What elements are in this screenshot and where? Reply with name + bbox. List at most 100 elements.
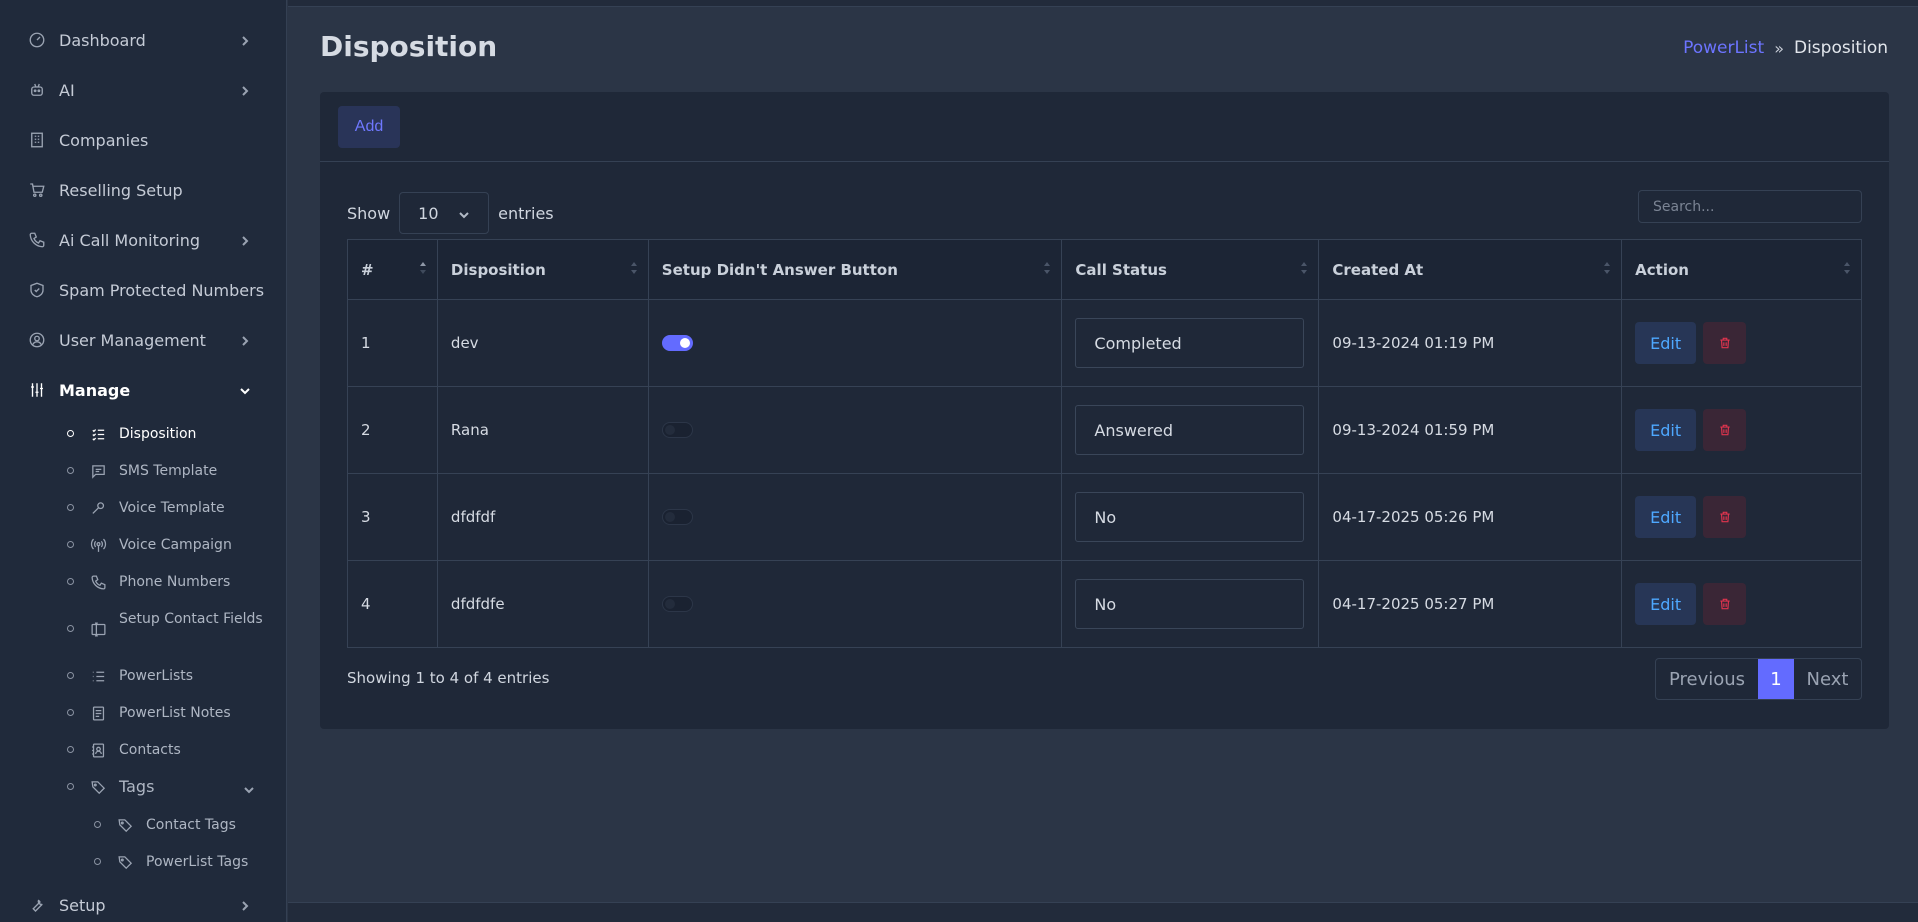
sidebar-subitem-disposition[interactable]: Disposition <box>0 424 286 444</box>
cell-disposition: Rana <box>436 386 649 474</box>
edit-button[interactable]: Edit <box>1635 583 1697 625</box>
sidebar-subitem-setup-contact-fields[interactable]: Setup Contact Fields <box>0 609 286 649</box>
page-1-button[interactable]: 1 <box>1758 659 1794 699</box>
bullet-icon <box>67 430 74 437</box>
didnt-answer-toggle[interactable] <box>661 509 693 525</box>
delete-button[interactable] <box>1703 583 1747 625</box>
sort-icon <box>630 260 638 276</box>
sidebar-item-reselling-setup[interactable]: Reselling Setup <box>0 170 286 210</box>
card-header: Add <box>320 92 1889 162</box>
cell-action: Edit <box>1621 386 1862 474</box>
sidebar-item-manage[interactable]: Manage <box>0 370 286 410</box>
breadcrumb-separator: » <box>1774 38 1784 58</box>
column-header-setup-didnt-answer[interactable]: Setup Didn't Answer Button <box>647 239 1063 300</box>
building-icon <box>27 130 47 150</box>
sidebar-subitem-voice-campaign[interactable]: Voice Campaign <box>0 535 286 555</box>
disposition-table: # Disposition Setup Didn't Answer Button… <box>347 239 1862 648</box>
gauge-icon <box>27 30 47 50</box>
cell-action: Edit <box>1621 473 1862 561</box>
sidebar-item-user-management[interactable]: User Management <box>0 320 286 360</box>
didnt-answer-toggle[interactable] <box>661 335 693 351</box>
sidebar-subitem-powerlist-notes[interactable]: PowerList Notes <box>0 703 286 723</box>
notes-icon <box>88 703 108 723</box>
sidebar-subitem-label: Contact Tags <box>146 817 236 833</box>
bullet-icon <box>67 783 74 790</box>
sidebar-item-label: User Management <box>59 330 206 350</box>
add-button[interactable]: Add <box>338 106 400 148</box>
table-row: 1 dev Completed 09-13-2024 01:19 PM Edit <box>347 299 1862 387</box>
disposition-card: Add Show 10 entries # Disposition Setup … <box>320 92 1889 729</box>
delete-button[interactable] <box>1703 322 1747 364</box>
show-label: Show <box>347 203 391 223</box>
sidebar-subitem-contact-tags[interactable]: Contact Tags <box>0 815 286 835</box>
user-circle-icon <box>27 330 47 350</box>
cell-action: Edit <box>1621 560 1862 648</box>
call-status-field[interactable]: No <box>1075 492 1305 542</box>
pagination: Previous 1 Next <box>1655 658 1862 700</box>
sidebar-item-setup[interactable]: Setup <box>0 885 286 922</box>
toggle-knob <box>664 512 675 522</box>
message-icon <box>88 461 108 481</box>
cell-num: 3 <box>347 473 438 561</box>
edit-button[interactable]: Edit <box>1635 409 1697 451</box>
column-header-disposition[interactable]: Disposition <box>436 239 649 300</box>
column-header-num[interactable]: # <box>347 239 438 300</box>
sidebar-item-ai[interactable]: AI <box>0 70 286 110</box>
chevron-down-icon <box>243 781 255 794</box>
bullet-icon <box>67 672 74 679</box>
shield-check-icon <box>27 280 47 300</box>
sidebar-item-dashboard[interactable]: Dashboard <box>0 20 286 60</box>
sidebar-subitem-sms-template[interactable]: SMS Template <box>0 461 286 481</box>
tags-icon <box>115 852 135 872</box>
bullet-icon <box>67 541 74 548</box>
delete-button[interactable] <box>1703 409 1747 451</box>
sidebar-item-companies[interactable]: Companies <box>0 120 286 160</box>
cell-created-at: 09-13-2024 01:19 PM <box>1318 299 1623 387</box>
cell-num: 4 <box>347 560 438 648</box>
call-status-field[interactable]: Completed <box>1075 318 1305 368</box>
entries-select[interactable]: 10 <box>399 192 490 234</box>
previous-page-button[interactable]: Previous <box>1656 659 1758 699</box>
broadcast-icon <box>88 535 108 555</box>
sidebar-subitem-voice-template[interactable]: Voice Template <box>0 498 286 518</box>
sidebar-subitem-powerlist-tags[interactable]: PowerList Tags <box>0 852 286 872</box>
sidebar-subitem-label: Tags <box>119 777 155 796</box>
sidebar-subitem-label: SMS Template <box>119 463 218 479</box>
sidebar-subitem-label: Contacts <box>119 742 181 758</box>
chevron-right-icon <box>239 897 255 913</box>
didnt-answer-toggle[interactable] <box>661 596 693 612</box>
column-header-action[interactable]: Action <box>1621 239 1862 300</box>
sidebar-subitem-powerlists[interactable]: PowerLists <box>0 666 286 686</box>
call-status-field[interactable]: No <box>1075 579 1305 629</box>
cell-call-status: Answered <box>1061 386 1320 474</box>
sidebar-subitem-phone-numbers[interactable]: Phone Numbers <box>0 572 286 592</box>
cell-disposition: dev <box>436 299 649 387</box>
sidebar-item-ai-call-monitoring[interactable]: Ai Call Monitoring <box>0 220 286 260</box>
wrench-icon <box>27 895 47 915</box>
sidebar-subitem-contacts[interactable]: Contacts <box>0 740 286 760</box>
search-input[interactable] <box>1638 190 1862 223</box>
cell-action: Edit <box>1621 299 1862 387</box>
delete-button[interactable] <box>1703 496 1747 538</box>
column-header-call-status[interactable]: Call Status <box>1061 239 1320 300</box>
edit-button[interactable]: Edit <box>1635 496 1697 538</box>
chevron-down-icon <box>459 212 469 219</box>
sidebar-subitem-label: PowerLists <box>119 668 194 684</box>
didnt-answer-toggle[interactable] <box>661 422 693 438</box>
sidebar-subitem-label: Voice Campaign <box>119 537 232 553</box>
table-row: 3 dfdfdf No 04-17-2025 05:26 PM Edit <box>347 473 1862 561</box>
sidebar-item-label: Companies <box>59 130 149 150</box>
cell-disposition: dfdfdf <box>436 473 649 561</box>
sidebar-item-spam-protected-numbers[interactable]: Spam Protected Numbers <box>0 270 286 310</box>
sort-icon <box>1843 260 1851 276</box>
cell-disposition: dfdfdfe <box>436 560 649 648</box>
bullet-icon <box>67 504 74 511</box>
breadcrumb-link-powerlist[interactable]: PowerList <box>1683 38 1764 58</box>
sidebar-subitem-tags[interactable]: Tags <box>0 777 286 797</box>
call-status-field[interactable]: Answered <box>1075 405 1305 455</box>
next-page-button[interactable]: Next <box>1794 659 1861 699</box>
address-book-icon <box>88 740 108 760</box>
bullet-icon <box>67 746 74 753</box>
edit-button[interactable]: Edit <box>1635 322 1697 364</box>
column-header-created-at[interactable]: Created At <box>1318 239 1623 300</box>
